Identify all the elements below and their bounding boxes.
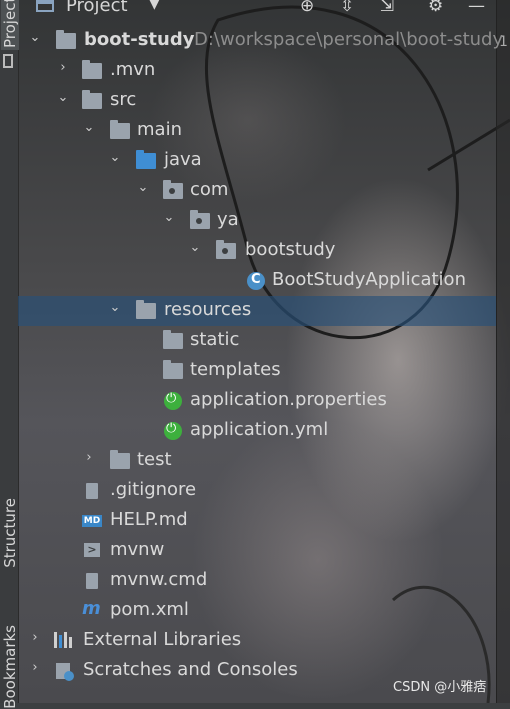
folder-icon [82, 60, 102, 79]
tree-item-label: pom.xml [110, 599, 189, 620]
module-path: D:\workspace\personal\boot-study [194, 29, 504, 50]
tree-item-templates[interactable]: templates [18, 356, 496, 386]
folder-icon [163, 360, 183, 379]
tree-item-label: boot-study [84, 29, 195, 50]
tree-item-label: HELP.md [110, 509, 188, 530]
chevron-down-icon[interactable]: ⌄ [108, 300, 122, 315]
tree-item-ya[interactable]: ⌄ ya [18, 206, 496, 236]
tree-item-external-libraries[interactable]: › External Libraries [18, 626, 496, 656]
project-tool-icon[interactable] [3, 54, 13, 68]
tree-item-label: com [190, 179, 229, 200]
folder-icon [110, 120, 130, 139]
tree-item-label: resources [164, 299, 252, 320]
scratches-icon [56, 663, 74, 681]
shell-script-icon: > [84, 543, 100, 557]
tree-item-label: java [164, 149, 202, 170]
locate-icon[interactable]: ⊕ [300, 0, 314, 16]
maven-icon: m [82, 598, 101, 619]
tree-item-mvnw-cmd[interactable]: mvnw.cmd [18, 566, 496, 596]
spring-boot-icon [164, 421, 182, 440]
tree-item-mvnw[interactable]: > mvnw [18, 536, 496, 566]
tree-item-help-md[interactable]: MD HELP.md [18, 506, 496, 536]
tree-item-label: application.yml [190, 419, 329, 440]
hide-icon[interactable]: — [468, 0, 485, 16]
package-icon [163, 180, 183, 199]
source-folder-icon [136, 150, 156, 169]
tree-item-bootstudy[interactable]: ⌄ bootstudy [18, 236, 496, 266]
tree-item-resources[interactable]: ⌄ resources [18, 296, 496, 326]
package-icon [190, 210, 210, 229]
tree-item-src[interactable]: ⌄ src [18, 86, 496, 116]
folder-icon [82, 90, 102, 109]
tree-item-label: bootstudy [245, 239, 336, 260]
tree-item-test[interactable]: › test [18, 446, 496, 476]
watermark: CSDN @小雅痞 [393, 680, 487, 695]
tree-item-com[interactable]: ⌄ com [18, 176, 496, 206]
tree-item-mvn[interactable]: › .mvn [18, 56, 496, 86]
chevron-down-icon[interactable]: ⌄ [28, 30, 42, 45]
resources-folder-icon [136, 300, 156, 319]
expand-all-icon[interactable]: ⇳ [340, 0, 354, 16]
chevron-down-icon[interactable]: ⌄ [56, 90, 70, 105]
markdown-file-icon: MD [82, 515, 102, 527]
tree-item-java[interactable]: ⌄ java [18, 146, 496, 176]
left-tool-strip: Project Structure Bookmarks [0, 0, 19, 709]
tree-item-pom-xml[interactable]: m pom.xml [18, 596, 496, 626]
libraries-icon [54, 632, 74, 648]
tree-item-label: ya [217, 209, 239, 230]
project-window-icon [36, 0, 54, 12]
tree-item-static[interactable]: static [18, 326, 496, 356]
tree-item-label: mvnw.cmd [110, 569, 208, 590]
bookmarks-tool-tab[interactable]: Bookmarks [1, 625, 19, 709]
tree-item-label: External Libraries [83, 629, 242, 650]
tree-item-main[interactable]: ⌄ main [18, 116, 496, 146]
chevron-right-icon[interactable]: › [82, 450, 96, 465]
chevron-right-icon[interactable]: › [56, 60, 70, 75]
project-view-title[interactable]: Project [66, 0, 128, 16]
package-icon [216, 240, 236, 259]
tree-item-label: src [110, 89, 137, 110]
project-tool-tab[interactable]: Project [1, 0, 19, 50]
gear-icon[interactable]: ⚙ [428, 0, 443, 16]
tree-item-label: test [137, 449, 172, 470]
module-folder-icon [56, 30, 76, 49]
chevron-down-icon[interactable]: ⌄ [188, 240, 202, 255]
editor-gutter: 1 [496, 0, 510, 703]
chevron-right-icon[interactable]: › [28, 660, 42, 675]
tree-item-application-properties[interactable]: application.properties [18, 386, 496, 416]
structure-tool-tab[interactable]: Structure [1, 498, 19, 568]
tree-item-label: .gitignore [110, 479, 197, 500]
chevron-down-icon[interactable]: ▼ [149, 0, 160, 12]
ignore-file-icon [86, 483, 98, 499]
tree-item-label: templates [190, 359, 281, 380]
text-file-icon [86, 573, 98, 589]
chevron-down-icon[interactable]: ⌄ [136, 180, 150, 195]
collapse-all-icon[interactable]: ⇲ [380, 0, 394, 16]
chevron-down-icon[interactable]: ⌄ [162, 210, 176, 225]
tree-item-label: BootStudyApplication [272, 269, 466, 290]
tree-item-label: application.properties [190, 389, 387, 410]
tree-item-application-yml[interactable]: application.yml [18, 416, 496, 446]
project-header: Project ▼ ⊕ ⇳ ⇲ ⚙ — [18, 0, 496, 20]
tree-item-label: Scratches and Consoles [83, 659, 298, 680]
spring-class-icon [247, 272, 265, 290]
spring-boot-icon [164, 391, 182, 410]
tree-item-bootstudyapplication[interactable]: BootStudyApplication [18, 266, 496, 296]
folder-icon [110, 450, 130, 469]
folder-icon [163, 330, 183, 349]
tree-item-label: .mvn [110, 59, 156, 80]
tree-item-label: mvnw [110, 539, 165, 560]
chevron-right-icon[interactable]: › [28, 630, 42, 645]
chevron-down-icon[interactable]: ⌄ [82, 120, 96, 135]
tree-item-label: main [137, 119, 182, 140]
tree-item-gitignore[interactable]: .gitignore [18, 476, 496, 506]
tree-item-label: static [190, 329, 240, 350]
chevron-down-icon[interactable]: ⌄ [108, 150, 122, 165]
tree-item-boot-study[interactable]: ⌄ boot-study D:\workspace\personal\boot-… [18, 26, 504, 56]
